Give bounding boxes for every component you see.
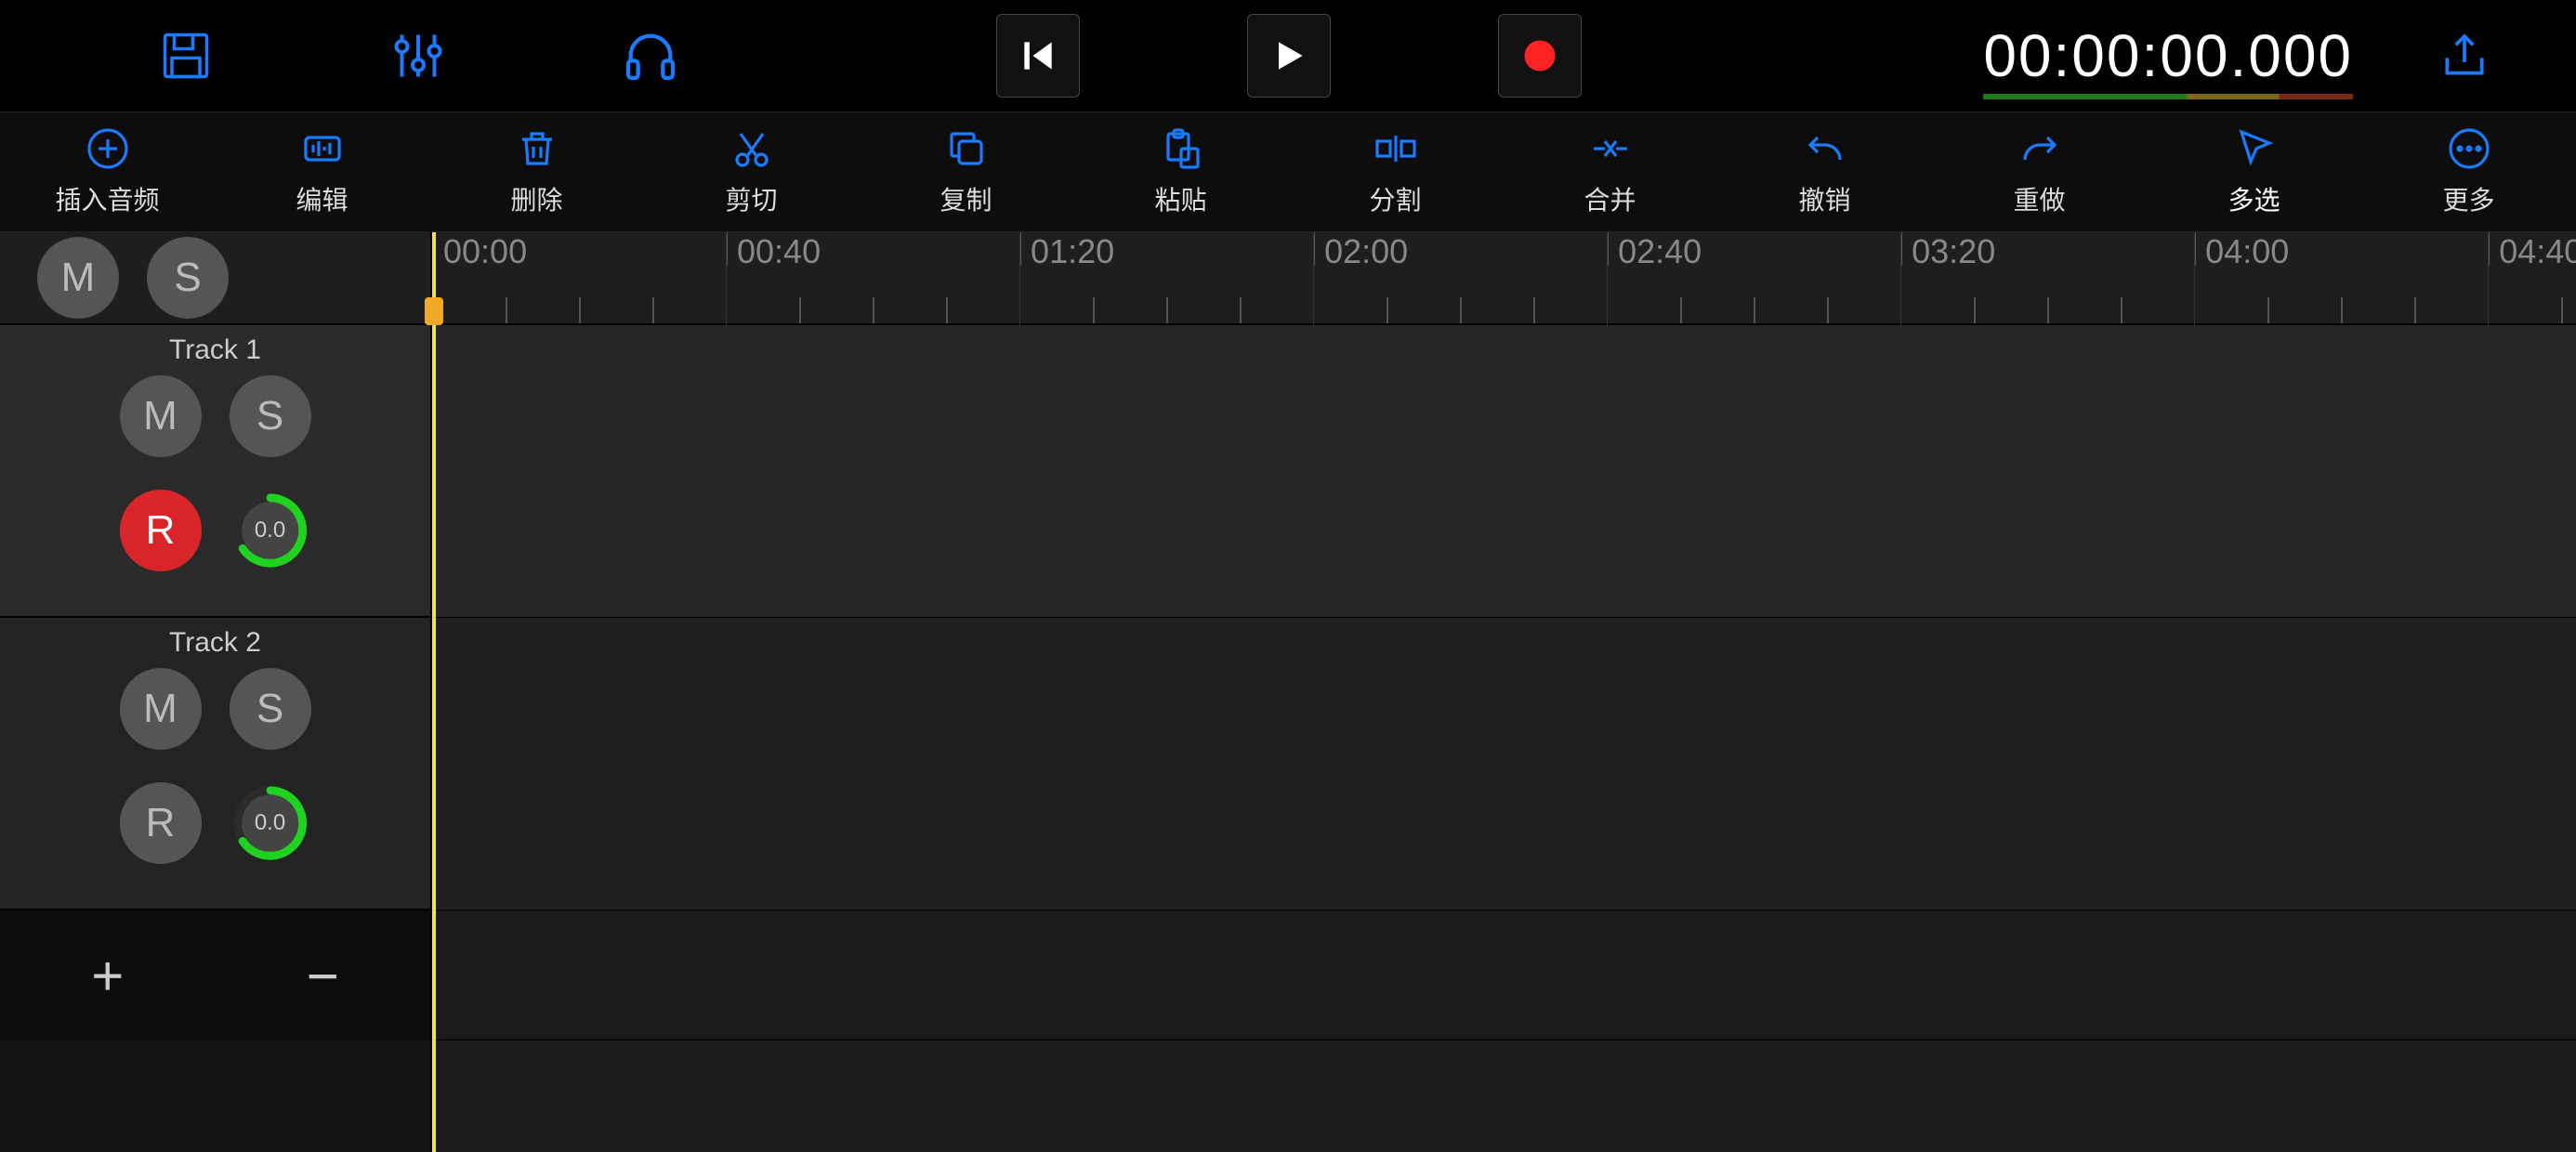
- edit-undo[interactable]: 撤销: [1717, 112, 1932, 231]
- ruler-tick: 02:40: [1607, 232, 1702, 266]
- edit-merge[interactable]: 合并: [1503, 112, 1717, 231]
- ruler-tick: 04:40: [2488, 232, 2576, 266]
- track2-mute-button[interactable]: M: [120, 668, 202, 750]
- edit-copy[interactable]: 复制: [859, 112, 1073, 231]
- top-left-group: [19, 19, 688, 93]
- edit-more[interactable]: 更多: [2361, 112, 2576, 231]
- top-toolbar: 00:00:00.000: [0, 0, 2576, 111]
- edit-multiselect[interactable]: 多选: [2147, 112, 2361, 231]
- share-button[interactable]: [2427, 19, 2502, 93]
- track1-record-button[interactable]: R: [120, 490, 202, 571]
- track2-record-button[interactable]: R: [120, 782, 202, 864]
- ruler-tick: 01:20: [1019, 232, 1114, 266]
- track2-volume-knob[interactable]: 0.0: [230, 782, 311, 864]
- edit-label: 插入音频: [55, 180, 159, 217]
- rewind-button[interactable]: [996, 14, 1080, 98]
- redo-icon: [2017, 126, 2062, 171]
- edit-toolbar: 插入音频 编辑 删除 剪切 复制 粘贴 分割 合并 撤销 重做 多选: [0, 111, 2576, 232]
- scissors-icon: [729, 126, 774, 171]
- edit-split[interactable]: 分割: [1288, 112, 1503, 231]
- track-lane-remainder: [432, 1041, 2576, 1152]
- edit-redo[interactable]: 重做: [1932, 112, 2147, 231]
- timecode-value: 00:00:00.000: [1983, 22, 2353, 89]
- track-header-1[interactable]: Track 1 M S R 0.0: [0, 325, 430, 618]
- track-lane-2[interactable]: [432, 618, 2576, 910]
- save-button[interactable]: [149, 19, 223, 93]
- add-track-button[interactable]: +: [0, 910, 216, 1041]
- edit-label: 编辑: [296, 180, 348, 217]
- edit-label: 多选: [2228, 180, 2280, 217]
- time-ruler[interactable]: 00:00 00:40 01:20 02:00 02:40 03:20 04:00 04:40: [432, 232, 2576, 325]
- panel-remainder: [0, 1041, 430, 1152]
- edit-label: 更多: [2442, 180, 2494, 217]
- track-name: Track 1: [169, 334, 261, 366]
- master-solo-button[interactable]: S: [147, 237, 229, 319]
- edit-label: 合并: [1584, 180, 1636, 217]
- main-area: M S Track 1 M S R 0.0: [0, 232, 2576, 1152]
- edit-label: 剪切: [725, 180, 777, 217]
- headphones-button[interactable]: [613, 19, 688, 93]
- transport-group: [688, 14, 1890, 98]
- track-panel: M S Track 1 M S R 0.0: [0, 232, 432, 1152]
- timeline-area[interactable]: 00:00 00:40 01:20 02:00 02:40 03:20 04:00 04:40: [432, 232, 2576, 1152]
- track1-mute-button[interactable]: M: [120, 375, 202, 457]
- ruler-tick: 00:40: [726, 232, 821, 266]
- split-icon: [1373, 126, 1418, 171]
- master-row: M S: [0, 232, 430, 325]
- track-name: Track 2: [169, 627, 261, 659]
- ruler-tick: 02:00: [1313, 232, 1408, 266]
- mixer-button[interactable]: [381, 19, 455, 93]
- paste-icon: [1159, 126, 1203, 171]
- play-button[interactable]: [1247, 14, 1331, 98]
- track1-solo-button[interactable]: S: [230, 375, 311, 457]
- track1-volume-value: 0.0: [255, 517, 285, 543]
- copy-icon: [944, 126, 989, 171]
- ruler-tick: 03:20: [1900, 232, 1995, 266]
- remove-track-button[interactable]: −: [216, 910, 431, 1041]
- edit-insert-audio[interactable]: 插入音频: [0, 112, 215, 231]
- edit-delete[interactable]: 删除: [429, 112, 644, 231]
- edit-paste[interactable]: 粘贴: [1073, 112, 1288, 231]
- edit-label: 粘贴: [1154, 180, 1206, 217]
- waveform-icon: [300, 126, 345, 171]
- edit-label: 复制: [940, 180, 992, 217]
- level-meter: [1983, 94, 2353, 99]
- more-icon: [2447, 126, 2491, 171]
- trash-icon: [515, 126, 559, 171]
- plus-circle-icon: [85, 126, 130, 171]
- track1-volume-knob[interactable]: 0.0: [230, 490, 311, 571]
- add-remove-row: + −: [0, 910, 430, 1041]
- timecode-display: 00:00:00.000: [1983, 21, 2353, 90]
- playhead-handle[interactable]: [425, 297, 443, 325]
- track2-solo-button[interactable]: S: [230, 668, 311, 750]
- edit-label: 删除: [510, 180, 562, 217]
- track-lane-1[interactable]: [432, 325, 2576, 618]
- ruler-tick: 00:00: [432, 232, 527, 266]
- track-header-2[interactable]: Track 2 M S R 0.0: [0, 618, 430, 910]
- merge-icon: [1588, 126, 1633, 171]
- record-button[interactable]: [1498, 14, 1582, 98]
- playhead[interactable]: [432, 232, 436, 1152]
- undo-icon: [1803, 126, 1847, 171]
- cursor-icon: [2232, 126, 2277, 171]
- edit-edit[interactable]: 编辑: [215, 112, 429, 231]
- ruler-tick: 04:00: [2194, 232, 2289, 266]
- edit-cut[interactable]: 剪切: [644, 112, 859, 231]
- edit-label: 分割: [1369, 180, 1421, 217]
- edit-label: 重做: [2013, 180, 2065, 217]
- track2-volume-value: 0.0: [255, 810, 285, 836]
- track-lanes: [432, 325, 2576, 1152]
- edit-label: 撤销: [1798, 180, 1850, 217]
- track-lane-empty: [432, 910, 2576, 1041]
- master-mute-button[interactable]: M: [37, 237, 119, 319]
